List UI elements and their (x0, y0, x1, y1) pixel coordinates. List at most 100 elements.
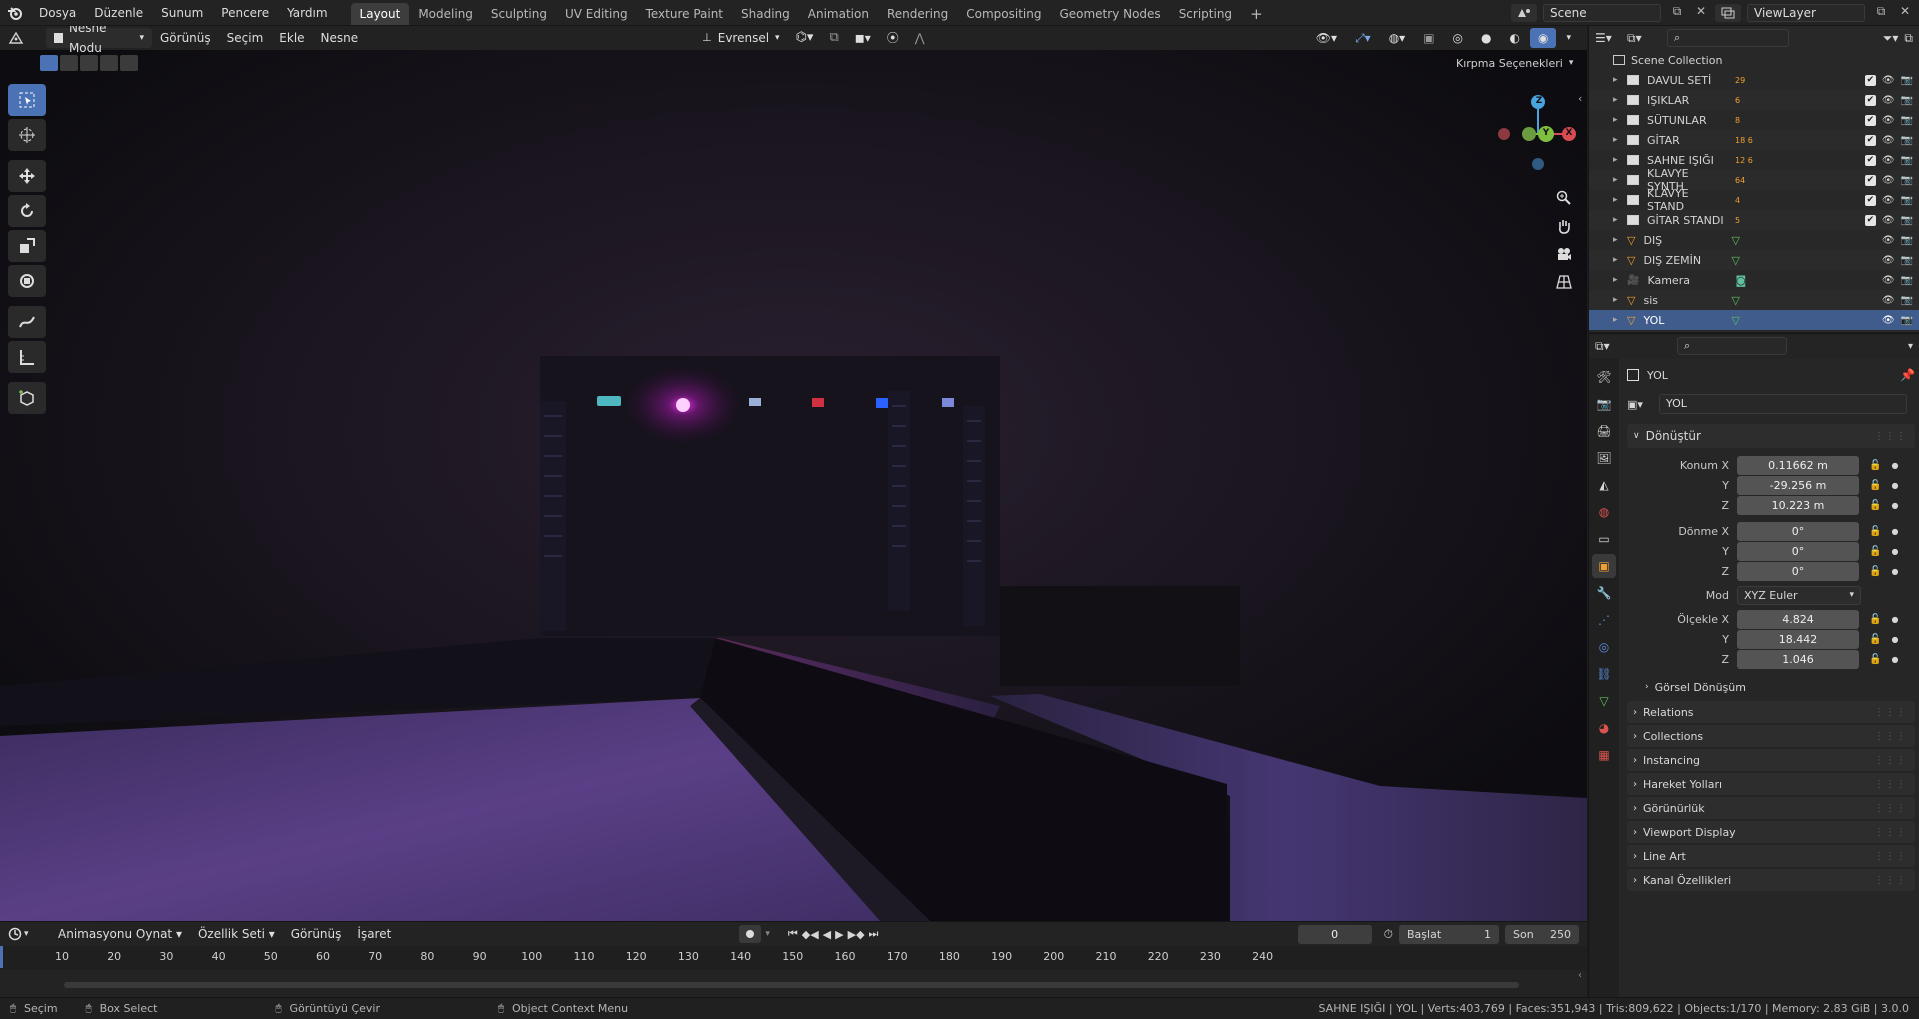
render-visibility-icon[interactable]: 📷 (1901, 135, 1913, 146)
keyframe-dot-icon[interactable]: ● (1891, 615, 1898, 624)
view-layer-selector-icon[interactable] (1715, 3, 1741, 22)
particles-tab-icon[interactable]: ⋰ (1592, 608, 1616, 632)
object-data-icon[interactable]: ▣▾ (1627, 398, 1653, 411)
expand-arrow-icon[interactable]: ▸ (1613, 175, 1627, 185)
tab-layout[interactable]: Layout (350, 2, 410, 25)
pivot-point-icon[interactable]: ⌬▾ (788, 28, 822, 48)
visibility-eye-icon[interactable]: 👁 (1882, 75, 1895, 86)
outliner-search-field[interactable]: ⌕ (1667, 29, 1789, 47)
location-x-field[interactable]: 0.11662 m (1737, 455, 1859, 475)
rendered-shading-icon[interactable]: ◉ (1529, 28, 1557, 48)
tab-texture-paint[interactable]: Texture Paint (637, 3, 732, 25)
collection-tab-icon[interactable]: ▭ (1592, 527, 1616, 551)
scene-collection-row[interactable]: Scene Collection (1589, 50, 1919, 70)
constraints-tab-icon[interactable]: ⛓ (1592, 662, 1616, 686)
render-visibility-icon[interactable]: 📷 (1901, 115, 1913, 126)
exclude-checkbox[interactable]: ✔ (1864, 74, 1876, 86)
properties-panel-header[interactable]: › Instancing ⋮⋮⋮ (1627, 749, 1915, 771)
move-tool-icon[interactable] (8, 160, 46, 192)
material-tab-icon[interactable]: ◕ (1592, 716, 1616, 740)
tab-shading[interactable]: Shading (732, 3, 799, 25)
tab-animation[interactable]: Animation (799, 3, 878, 25)
outliner-row[interactable]: ▸ KLAVYE SYNTH 64 ✔ 👁 📷 (1589, 167, 1919, 193)
rotation-z-field[interactable]: 0° (1737, 561, 1859, 581)
play-icon[interactable]: ▶ (835, 928, 843, 941)
menu-window[interactable]: Pencere (212, 0, 278, 26)
visibility-eye-icon[interactable]: 👁 (1882, 275, 1895, 286)
menu-playback[interactable]: Animasyonu Oynat ▾ (50, 924, 190, 944)
wireframe-shading-icon[interactable]: ◎ (1445, 28, 1471, 48)
expand-arrow-icon[interactable]: ▸ (1613, 235, 1627, 245)
tab-uv-editing[interactable]: UV Editing (556, 3, 637, 25)
properties-panel-header[interactable]: › Görünürlük ⋮⋮⋮ (1627, 797, 1915, 819)
location-y-field[interactable]: -29.256 m (1737, 475, 1859, 495)
visibility-eye-icon[interactable]: 👁 (1882, 295, 1895, 306)
properties-editor-type-icon[interactable]: ⧉▾ (1595, 339, 1621, 354)
new-view-layer-icon[interactable]: ⧉ (1871, 4, 1891, 22)
menu-add[interactable]: Ekle (271, 28, 312, 48)
lock-icon[interactable]: 🔓 (1869, 634, 1881, 645)
lock-icon[interactable]: 🔓 (1869, 526, 1881, 537)
jump-prev-keyframe-icon[interactable]: ◆◀ (802, 928, 819, 941)
render-visibility-icon[interactable]: 📷 (1901, 295, 1913, 306)
keyframe-dot-icon[interactable]: ● (1891, 567, 1898, 576)
visibility-eye-icon[interactable]: 👁 (1882, 175, 1895, 186)
drag-handle-icon[interactable]: ⋮⋮⋮ (1874, 731, 1907, 742)
snap-target-icon[interactable]: ◼▾ (847, 28, 879, 48)
expand-arrow-icon[interactable]: ▸ (1613, 115, 1627, 125)
rotate-tool-icon[interactable] (8, 195, 46, 227)
select-subtract-icon[interactable] (80, 55, 98, 71)
gizmo-toggle-icon[interactable]: ⤢▾ (1347, 28, 1379, 48)
render-visibility-icon[interactable]: 📷 (1901, 95, 1913, 106)
scale-tool-icon[interactable] (8, 230, 46, 262)
snap-icon[interactable]: ⧉ (821, 28, 846, 48)
visibility-eye-icon[interactable]: 👁▾ (1308, 28, 1345, 48)
drag-handle-icon[interactable]: ⋮⋮⋮ (1874, 803, 1907, 814)
cursor-tool-icon[interactable] (8, 119, 46, 151)
keyframe-dot-icon[interactable]: ● (1891, 655, 1898, 664)
exclude-checkbox[interactable]: ✔ (1864, 174, 1876, 186)
menu-render[interactable]: Sunum (152, 0, 212, 26)
properties-panel-header[interactable]: › Hareket Yolları ⋮⋮⋮ (1627, 773, 1915, 795)
drag-handle-icon[interactable]: ⋮⋮⋮ (1874, 875, 1907, 886)
tab-rendering[interactable]: Rendering (878, 3, 957, 25)
modifier-tab-icon[interactable]: 🔧 (1592, 581, 1616, 605)
editor-type-icon[interactable] (0, 26, 32, 50)
expand-arrow-icon[interactable]: ▸ (1613, 295, 1627, 305)
delta-transform-subpanel[interactable]: › Görsel Dönüşüm (1627, 675, 1915, 699)
keyframe-dot-icon[interactable]: ● (1891, 527, 1898, 536)
start-frame-field[interactable]: Başlat 1 (1399, 924, 1499, 944)
expand-arrow-icon[interactable]: ▸ (1613, 315, 1627, 325)
exclude-checkbox[interactable]: ✔ (1864, 114, 1876, 126)
transform-tool-icon[interactable] (8, 265, 46, 297)
expand-arrow-icon[interactable]: ▸ (1613, 75, 1627, 85)
proportional-edit-icon[interactable]: ⦿ (879, 28, 907, 48)
jump-start-icon[interactable]: ⏮ (788, 927, 798, 941)
visibility-eye-icon[interactable]: 👁 (1882, 255, 1895, 266)
render-visibility-icon[interactable]: 📷 (1901, 315, 1913, 326)
expand-arrow-icon[interactable]: ▸ (1613, 135, 1627, 145)
visibility-eye-icon[interactable]: 👁 (1882, 315, 1895, 326)
render-visibility-icon[interactable]: 📷 (1901, 175, 1913, 186)
select-invert-icon[interactable] (100, 55, 118, 71)
drag-handle-icon[interactable]: ⋮⋮⋮ (1874, 851, 1907, 862)
material-shading-icon[interactable]: ◐ (1502, 28, 1528, 48)
timeline-editor-type-icon[interactable]: ▾ (8, 927, 38, 941)
display-mode-icon[interactable]: ⧉▾ (1627, 31, 1651, 46)
tab-compositing[interactable]: Compositing (957, 3, 1050, 25)
location-z-field[interactable]: 10.223 m (1737, 495, 1859, 515)
frame-ruler[interactable]: 10 20 30 40 50 60 70 80 90 100 110 120 130 140 150 160 1… (0, 946, 1587, 970)
expand-arrow-icon[interactable]: ▸ (1613, 255, 1627, 265)
new-scene-icon[interactable]: ⧉ (1667, 4, 1687, 22)
end-frame-field[interactable]: Son 250 (1505, 924, 1579, 944)
keyframe-dot-icon[interactable]: ● (1891, 461, 1898, 470)
render-visibility-icon[interactable]: 📷 (1901, 215, 1913, 226)
scale-x-field[interactable]: 4.824 (1737, 609, 1859, 629)
overlays-icon[interactable]: ◍▾ (1381, 28, 1414, 48)
visibility-eye-icon[interactable]: 👁 (1882, 195, 1895, 206)
select-intersect-icon[interactable] (120, 55, 138, 71)
falloff-icon[interactable]: ⋀ (907, 28, 933, 48)
properties-panel-header[interactable]: › Line Art ⋮⋮⋮ (1627, 845, 1915, 867)
scene-name-field[interactable]: Scene (1543, 3, 1661, 22)
select-new-icon[interactable] (40, 55, 58, 71)
